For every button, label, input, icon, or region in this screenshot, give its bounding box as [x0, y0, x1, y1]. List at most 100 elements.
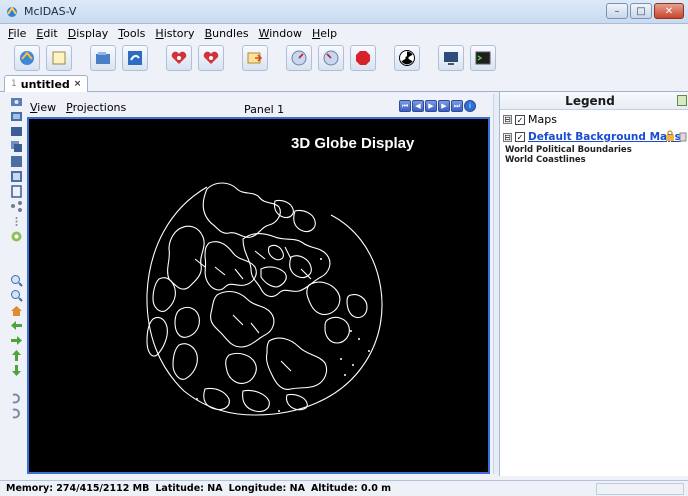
globe-map — [146, 182, 383, 416]
panel-menu-projections[interactable]: Projections — [66, 101, 126, 114]
dots-icon — [15, 216, 17, 226]
longitude-status: Longitude: NA — [228, 483, 305, 494]
rotate-icon — [12, 393, 20, 403]
rotate-button[interactable] — [9, 391, 23, 405]
close-button[interactable]: ✕ — [654, 3, 684, 19]
window-controls: – □ ✕ — [606, 3, 684, 19]
menu-bundles[interactable]: Bundles — [200, 27, 254, 40]
title-bar: McIDAS-V – □ ✕ — [0, 0, 688, 24]
radiation-button[interactable] — [394, 45, 420, 71]
home-button[interactable] — [9, 303, 23, 317]
panel-menu-view[interactable]: View — [30, 101, 56, 114]
camera-icon — [10, 97, 22, 106]
panel-menu: View Projections — [30, 101, 126, 114]
menu-window[interactable]: Window — [254, 27, 307, 40]
rotate-back-button[interactable] — [9, 406, 23, 420]
tab-untitled[interactable]: 1 untitled × — [4, 75, 89, 92]
view-button[interactable] — [9, 169, 23, 183]
menu-help[interactable]: Help — [307, 27, 342, 40]
copy-display-button[interactable] — [9, 139, 23, 153]
gauge-icon — [323, 50, 339, 66]
zoom-in-button[interactable] — [9, 273, 23, 287]
maximize-button[interactable]: □ — [630, 3, 652, 19]
maps-group-label: Maps — [528, 113, 557, 126]
delete-icon[interactable] — [678, 130, 688, 142]
last-frame-button[interactable]: ⏭ — [451, 100, 463, 112]
data-sources-button[interactable] — [46, 45, 72, 71]
frame-button[interactable] — [9, 184, 23, 198]
collapse-toggle[interactable]: ⊟ — [503, 132, 512, 142]
radiation-icon — [399, 50, 415, 66]
favorites-button[interactable] — [166, 45, 192, 71]
layers-icon — [10, 126, 22, 136]
zoom-out-button[interactable] — [9, 288, 23, 302]
latitude-status: Latitude: NA — [155, 483, 223, 494]
pan-down-button[interactable] — [9, 363, 23, 377]
status-bar: Memory: 274/415/2112 MB Latitude: NA Lon… — [0, 480, 688, 496]
default-background-maps-link[interactable]: Default Background Maps — [528, 131, 681, 143]
favorites-manage-button[interactable] — [198, 45, 224, 71]
tab-close-icon[interactable]: × — [74, 79, 82, 89]
main-toolbar — [0, 42, 688, 74]
export-button[interactable] — [242, 45, 268, 71]
movie-icon — [10, 111, 22, 121]
menu-bar: File Edit Display Tools History Bundles … — [0, 24, 688, 42]
layer-button[interactable] — [9, 124, 23, 138]
pan-left-button[interactable] — [9, 318, 23, 332]
play-button[interactable]: ▶ — [425, 100, 437, 112]
share-button[interactable] — [9, 199, 23, 213]
menu-history[interactable]: History — [150, 27, 199, 40]
minimize-button[interactable]: – — [606, 3, 628, 19]
console-button[interactable] — [470, 45, 496, 71]
pan-right-button[interactable] — [9, 333, 23, 347]
menu-display[interactable]: Display — [63, 27, 114, 40]
collapse-toggle[interactable]: ⊟ — [503, 115, 512, 124]
new-display-button[interactable] — [14, 45, 40, 71]
settings-button[interactable] — [9, 229, 23, 243]
arrow-right-icon — [10, 335, 22, 345]
memory-gauge-button[interactable] — [286, 45, 312, 71]
previous-frame-button[interactable]: ◀ — [412, 100, 424, 112]
legend-panel: Legend ⊟ ✓ Maps ⊟ ✓ Default Background M… — [499, 92, 688, 476]
legend-float-icon[interactable] — [677, 95, 687, 106]
favorite-heart-icon — [171, 51, 187, 64]
menu-edit[interactable]: Edit — [31, 27, 62, 40]
save-bundle-button[interactable] — [122, 45, 148, 71]
first-frame-button[interactable]: ⏮ — [399, 100, 411, 112]
display-title: 3D Globe Display — [291, 135, 415, 152]
performance-gauge-button[interactable] — [318, 45, 344, 71]
maps-visibility-checkbox[interactable]: ✓ — [515, 114, 525, 125]
side-toolbar — [8, 94, 24, 474]
sublayer-coastlines: World Coastlines — [505, 155, 586, 165]
capture-image-button[interactable] — [9, 94, 23, 108]
mcidas-logo-icon — [7, 6, 17, 17]
layer-visibility-checkbox[interactable]: ✓ — [515, 132, 525, 142]
zoom-in-icon — [10, 274, 23, 287]
arrow-up-icon — [11, 349, 21, 361]
legend-title: Legend — [565, 94, 615, 108]
view-icon — [10, 170, 22, 182]
display-list-button[interactable] — [9, 154, 23, 168]
capture-movie-button[interactable] — [9, 109, 23, 123]
arrow-down-icon — [11, 364, 21, 376]
stop-icon — [356, 51, 370, 65]
stop-button[interactable] — [350, 45, 376, 71]
menu-file[interactable]: File — [3, 27, 31, 40]
pan-up-button[interactable] — [9, 348, 23, 362]
lock-icon[interactable] — [664, 130, 676, 142]
panel-title: Panel 1 — [244, 103, 285, 116]
monitor-button[interactable] — [438, 45, 464, 71]
next-frame-button[interactable]: ▶ — [438, 100, 450, 112]
home-icon — [10, 305, 22, 316]
menu-tools[interactable]: Tools — [113, 27, 150, 40]
export-icon — [247, 52, 263, 64]
separator-dots — [9, 214, 23, 228]
globe-display[interactable]: 3D Globe Display — [27, 117, 490, 474]
altitude-status: Altitude: 0.0 m — [310, 483, 392, 494]
open-bundle-icon — [96, 52, 110, 64]
window-title: McIDAS-V — [24, 5, 77, 18]
arrow-left-icon — [10, 320, 22, 330]
open-bundle-button[interactable] — [90, 45, 116, 71]
gauge-icon — [291, 50, 307, 66]
animation-info-button[interactable]: i — [464, 100, 476, 112]
